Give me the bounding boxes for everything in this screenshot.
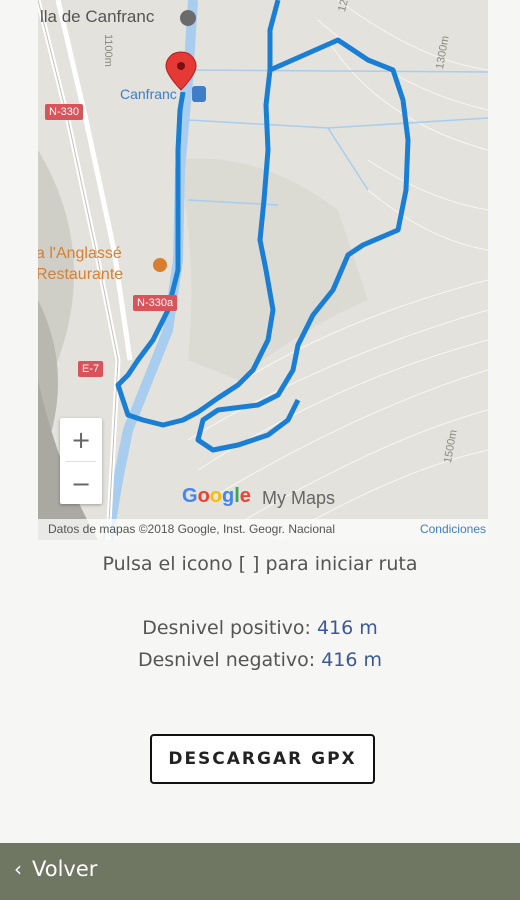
back-button[interactable]: ‹ Volver xyxy=(14,857,97,881)
road-badge-n330: N-330 xyxy=(45,104,83,120)
conditions-link[interactable]: Condiciones xyxy=(420,519,486,540)
station-label: Canfranc xyxy=(120,86,177,102)
positive-gain-row: Desnivel positivo: 416 m xyxy=(0,612,520,644)
elevation-label: 1100m xyxy=(102,34,114,67)
positive-gain-label: Desnivel positivo: xyxy=(142,617,311,639)
mymaps-logo-text: My Maps xyxy=(262,488,336,508)
elevation-stats: Desnivel positivo: 416 m Desnivel negati… xyxy=(0,612,520,676)
road-badge-e7: E-7 xyxy=(78,361,104,377)
route-map[interactable]: lla de Canfranc Canfranc a l'Anglassé Re… xyxy=(38,0,488,540)
road-badge-n330a: N-330a xyxy=(133,295,178,311)
negative-gain-value: 416 m xyxy=(321,649,383,671)
zoom-control: + − xyxy=(60,418,102,504)
negative-gain-row: Desnivel negativo: 416 m xyxy=(0,644,520,676)
download-gpx-button[interactable]: DESCARGAR GPX xyxy=(150,734,375,784)
zoom-out-button[interactable]: − xyxy=(60,462,102,505)
chevron-left-icon: ‹ xyxy=(14,857,22,881)
google-logo: Google xyxy=(182,485,251,507)
restaurant-label-line2: Restaurante xyxy=(38,266,124,283)
restaurant-label-line1: a l'Anglassé xyxy=(38,245,122,262)
back-label: Volver xyxy=(32,857,98,881)
negative-gain-label: Desnivel negativo: xyxy=(137,649,316,671)
zoom-in-button[interactable]: + xyxy=(60,418,102,461)
start-route-hint: Pulsa el icono [ ] para iniciar ruta xyxy=(102,553,418,575)
town-label: lla de Canfranc xyxy=(40,7,155,26)
footer-bar: ‹ Volver xyxy=(0,843,520,900)
map-attribution: Datos de mapas ©2018 Google, Inst. Geogr… xyxy=(38,519,488,540)
positive-gain-value: 416 m xyxy=(316,617,378,639)
attribution-text: Datos de mapas ©2018 Google, Inst. Geogr… xyxy=(48,522,336,536)
